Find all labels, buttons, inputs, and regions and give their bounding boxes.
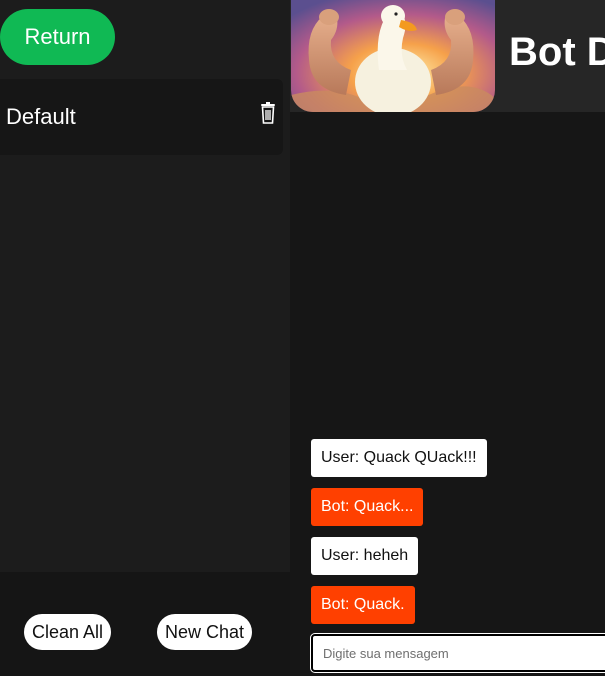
user-message: User: Quack QUack!!! — [311, 439, 487, 477]
bot-avatar — [291, 0, 495, 112]
clean-all-button[interactable]: Clean All — [24, 614, 111, 650]
trash-icon[interactable] — [260, 102, 276, 124]
message-input[interactable] — [311, 634, 605, 672]
chat-title: Bot D — [509, 30, 605, 74]
new-chat-button[interactable]: New Chat — [157, 614, 252, 650]
chat-list-item-default[interactable]: Default — [0, 79, 283, 155]
user-message: User: heheh — [311, 537, 419, 575]
chat-list-item-label: Default — [6, 104, 76, 129]
bot-message: Bot: Quack. — [311, 586, 415, 624]
chat-app: Return Default Clean All New Chat Bot D … — [0, 0, 605, 676]
bot-message: Bot: Quack... — [311, 488, 424, 526]
return-button[interactable]: Return — [0, 9, 115, 65]
